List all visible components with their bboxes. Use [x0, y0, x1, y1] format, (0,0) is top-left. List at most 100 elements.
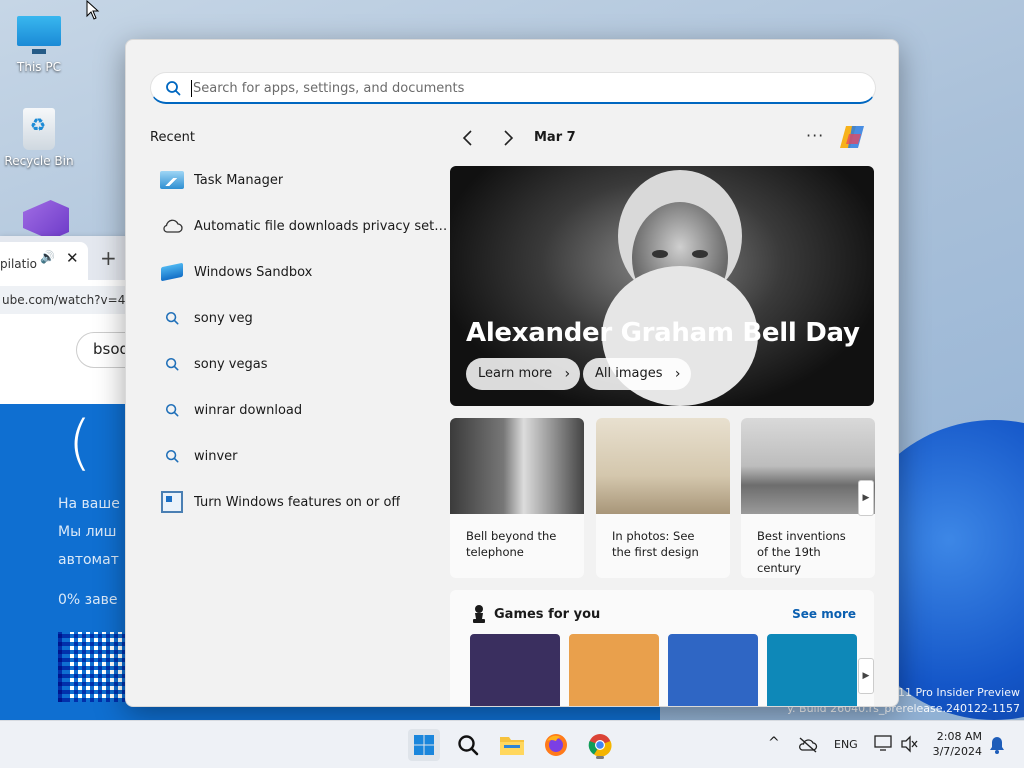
scroll-right-button[interactable]: ▶ [858, 480, 874, 516]
chess-piece-icon [473, 605, 485, 623]
watermark-line: 11 Pro Insider Preview [897, 686, 1020, 699]
news-card[interactable]: In photos: See the first design [596, 418, 730, 578]
chevron-right-icon: › [674, 366, 681, 382]
browser-tab-label: pilatio [0, 257, 38, 271]
bsod-text-line: автомат [58, 552, 119, 568]
cloud-icon [160, 214, 184, 238]
news-card[interactable]: Best inventions of the 19th century [741, 418, 875, 578]
desktop-icon-label: Recycle Bin [4, 154, 74, 168]
file-explorer-button[interactable] [496, 729, 528, 761]
taskbar: ^ ENG 2:08 AM 3/7/2024 [0, 720, 1024, 768]
search-icon [458, 735, 479, 756]
bsod-text-line: Мы лиш [58, 524, 117, 540]
learn-more-label: Learn more [478, 366, 553, 381]
running-indicator [596, 756, 604, 759]
bsod-face: ( [68, 408, 92, 478]
volume-muted-icon[interactable] [900, 735, 918, 753]
windows-logo-icon [414, 735, 434, 755]
recent-item-windows-features[interactable]: Turn Windows features on or off [150, 479, 450, 525]
search-icon [160, 306, 184, 330]
speaker-icon[interactable]: 🔊 [40, 250, 55, 264]
card-title: Bell beyond the telephone [466, 529, 557, 559]
clock-date: 3/7/2024 [932, 745, 982, 758]
sandbox-icon [160, 260, 184, 284]
clock[interactable]: 2:08 AM 3/7/2024 [930, 729, 982, 759]
recent-item-search-winrar[interactable]: winrar download [150, 387, 450, 433]
recent-list: Task Manager Automatic file downloads pr… [150, 157, 450, 525]
game-tile[interactable] [470, 634, 560, 706]
search-icon [160, 398, 184, 422]
card-thumbnail [596, 418, 730, 514]
card-thumbnail [741, 418, 875, 514]
start-menu: Recent Task Manager Automatic file downl… [125, 39, 899, 707]
recent-item-search-winver[interactable]: winver [150, 433, 450, 479]
copilot-icon[interactable] [838, 122, 868, 152]
recent-item-privacy-settings[interactable]: Automatic file downloads privacy setti..… [150, 203, 450, 249]
recycle-bin-icon [23, 108, 55, 150]
firefox-icon [545, 734, 567, 756]
close-tab-icon[interactable]: ✕ [66, 249, 79, 267]
language-indicator[interactable]: ENG [834, 738, 858, 751]
learn-more-button[interactable]: Learn more › [466, 358, 581, 390]
game-tile[interactable] [668, 634, 758, 706]
chevron-up-icon[interactable]: ^ [768, 735, 780, 751]
mouse-cursor-icon [86, 0, 100, 20]
new-tab-icon[interactable]: + [100, 246, 117, 270]
recent-item-windows-sandbox[interactable]: Windows Sandbox [150, 249, 450, 295]
chevron-left-icon[interactable] [456, 126, 480, 150]
card-title: Best inventions of the 19th century [757, 529, 846, 575]
bsod-progress: 0% заве [58, 592, 118, 608]
desktop-icon-recycle-bin[interactable]: Recycle Bin [3, 108, 75, 168]
qr-code [58, 632, 128, 702]
see-more-link[interactable]: See more [792, 607, 856, 621]
start-search-box[interactable] [150, 72, 876, 104]
folder-icon [500, 737, 524, 755]
search-icon [160, 352, 184, 376]
desktop-icon-label: This PC [17, 60, 61, 74]
games-title: Games for you [494, 607, 601, 622]
all-images-label: All images [595, 366, 663, 381]
clock-time: 2:08 AM [936, 730, 982, 743]
search-icon [160, 444, 184, 468]
recent-item-label: Windows Sandbox [194, 264, 313, 280]
start-button[interactable] [408, 729, 440, 761]
taskbar-search-button[interactable] [452, 729, 484, 761]
scroll-right-button[interactable]: ▶ [858, 658, 874, 694]
date-label: Mar 7 [534, 130, 576, 145]
chevron-right-icon: › [564, 366, 571, 382]
recent-item-label: winrar download [194, 402, 303, 418]
search-input[interactable] [193, 78, 853, 98]
recent-item-label: sony veg [194, 310, 253, 326]
display-icon[interactable] [874, 735, 894, 753]
visual-studio-icon [23, 200, 69, 240]
recent-item-task-manager[interactable]: Task Manager [150, 157, 450, 203]
text-caret [191, 80, 192, 97]
recent-heading: Recent [150, 130, 195, 145]
windows-features-icon [160, 490, 184, 514]
chrome-icon [588, 734, 612, 757]
game-tile[interactable] [569, 634, 659, 706]
more-options-icon[interactable]: ··· [806, 126, 824, 145]
hero-title: Alexander Graham Bell Day [466, 318, 860, 348]
notification-bell-icon[interactable] [988, 735, 1006, 755]
chevron-right-icon[interactable] [496, 126, 520, 150]
card-title: In photos: See the first design [612, 529, 699, 559]
recent-item-label: Task Manager [194, 172, 284, 188]
monitor-icon [17, 16, 61, 54]
hero-card[interactable]: Alexander Graham Bell Day Learn more › A… [450, 166, 874, 406]
desktop-icon-this-pc[interactable]: This PC [3, 10, 75, 74]
all-images-button[interactable]: All images › [583, 358, 691, 390]
recent-item-label: Turn Windows features on or off [194, 494, 401, 510]
chrome-button[interactable] [584, 729, 616, 761]
network-offline-icon[interactable] [798, 737, 818, 753]
recent-item-search-sony-vegas[interactable]: sony vegas [150, 341, 450, 387]
task-manager-icon [160, 168, 184, 192]
news-card[interactable]: Bell beyond the telephone [450, 418, 584, 578]
game-tile[interactable] [767, 634, 857, 706]
browser-url[interactable]: ube.com/watch?v=4 [0, 286, 140, 314]
recent-item-label: Automatic file downloads privacy setti..… [194, 218, 450, 234]
recent-item-label: winver [194, 448, 238, 464]
recent-item-search-sony-veg[interactable]: sony veg [150, 295, 450, 341]
firefox-button[interactable] [540, 729, 572, 761]
recent-item-label: sony vegas [194, 356, 268, 372]
